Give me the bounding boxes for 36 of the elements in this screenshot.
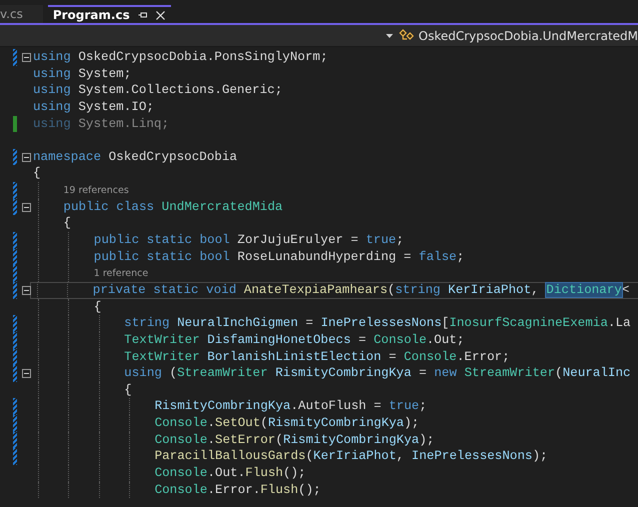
close-icon[interactable] [156, 10, 165, 20]
dropdown-caret-icon[interactable] [386, 34, 392, 38]
code-line: using (StreamWriter RismityCombringKya = new StreamWriter(NeuralInc [124, 365, 631, 382]
code-line: public static bool ZorJujuErulyer = true; [94, 232, 404, 249]
code-line: Console.Error.Flush(); [154, 482, 321, 498]
code-line: TextWriter BorlanishLinistElection = Console.Error; [124, 348, 510, 366]
code-line: using OskedCrypsocDobia.PonsSinglyNorm; [33, 49, 328, 66]
code-line: { [94, 298, 102, 316]
code-line: using System.Collections.Generic; [33, 82, 282, 99]
code-line: using System.IO; [33, 98, 154, 116]
code-line: { [33, 165, 41, 182]
pin-icon[interactable] [138, 11, 148, 19]
code-line: Console.SetError(RismityCombringKya); [154, 432, 434, 448]
code-line: TextWriter DisfamingHonetObecs = Console.Out; [124, 332, 464, 349]
collapse-icon[interactable] [22, 202, 31, 212]
code-line: public static bool RoseLunabundHyperding = false; [94, 248, 464, 266]
code-line: RismityCombringKya.AutoFlush = true; [154, 398, 427, 416]
collapse-icon[interactable] [22, 286, 31, 295]
file-tab[interactable]: Program.cs [48, 5, 171, 23]
file-tab[interactable]: v.cs [0, 5, 43, 23]
code-line: Console.SetOut(RismityCombringKya); [154, 415, 420, 432]
code-line: using System; [33, 66, 132, 82]
references-link[interactable]: 1 reference [94, 268, 148, 280]
code-line: namespace OskedCrypsocDobia [33, 148, 238, 166]
code-line: using System.Linq; [33, 116, 170, 132]
code-line: public class UndMercratedMida [63, 198, 283, 216]
code-line: { [63, 215, 71, 232]
code-line: string NeuralInchGigmen = InePrelessesNons[InosurfScagnineExemia.La [124, 315, 631, 332]
references-link[interactable]: 19 references [63, 184, 129, 196]
code-line: ParacillBallousGards(KerIriaPhot, InePrelessesNons); [154, 448, 548, 466]
class-icon [398, 28, 414, 42]
collapse-icon[interactable] [22, 152, 31, 162]
code-line: { [124, 382, 132, 398]
code-line: Console.Out.Flush(); [154, 465, 306, 482]
collapse-icon[interactable] [22, 52, 31, 62]
collapse-icon[interactable] [22, 368, 31, 378]
